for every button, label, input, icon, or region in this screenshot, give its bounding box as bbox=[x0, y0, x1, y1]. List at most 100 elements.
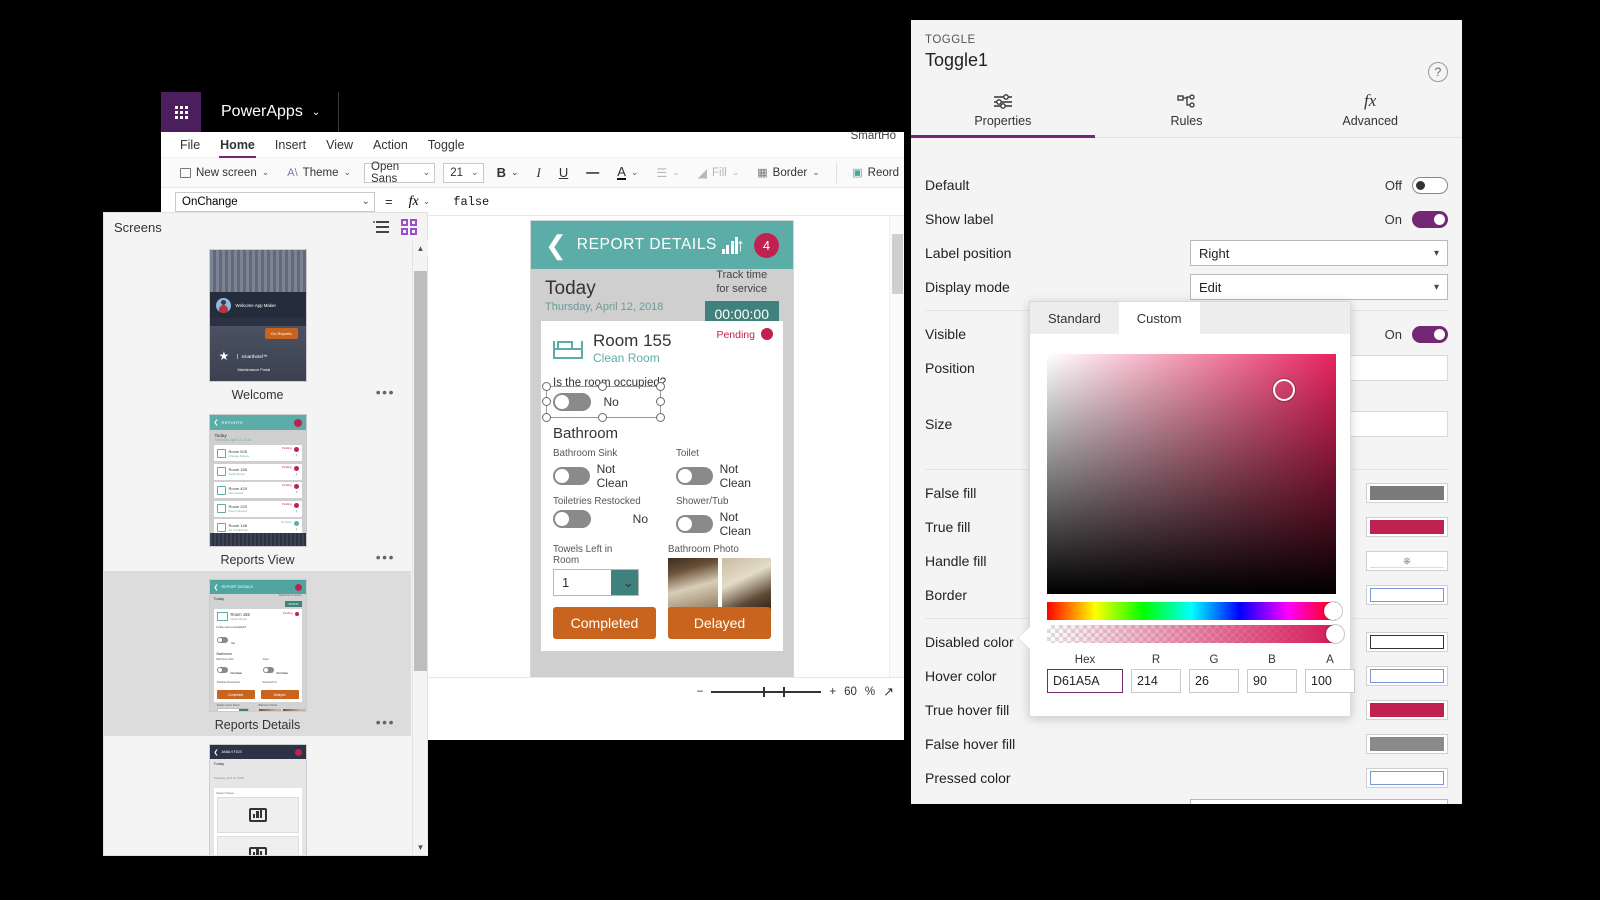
occupied-toggle-group[interactable]: No bbox=[542, 382, 665, 423]
help-icon[interactable]: ? bbox=[1428, 62, 1448, 82]
show-label-toggle[interactable] bbox=[1412, 210, 1448, 228]
towels-dropdown[interactable]: 1 ⌄ bbox=[553, 569, 639, 597]
tab-custom[interactable]: Custom bbox=[1118, 302, 1200, 334]
zoom-out-button[interactable]: − bbox=[697, 686, 704, 698]
handle-fill-swatch[interactable]: ⎈ bbox=[1366, 551, 1448, 571]
red-input[interactable] bbox=[1131, 669, 1181, 693]
true-fill-swatch[interactable] bbox=[1366, 517, 1448, 537]
select-value: Edit bbox=[1199, 279, 1222, 295]
screen-item-analytics[interactable]: ❮ ANALYTICS Today Thursday, April 12, 201… bbox=[104, 736, 411, 855]
color-value-fields: Hex R G B A bbox=[1047, 654, 1355, 693]
tab-properties[interactable]: Properties bbox=[911, 83, 1095, 138]
screen-overflow-menu[interactable]: ••• bbox=[376, 714, 395, 730]
property-select[interactable]: OnChange ⌄ bbox=[175, 191, 375, 212]
tooltip-input[interactable]: No value bbox=[1190, 799, 1448, 804]
true-hover-fill-swatch[interactable] bbox=[1366, 700, 1448, 720]
theme-button[interactable]: A\ Theme ⌄ bbox=[282, 165, 356, 181]
list-view-icon[interactable] bbox=[373, 221, 389, 233]
reorder-button[interactable]: ▣ Reord bbox=[847, 164, 904, 181]
back-chevron-icon[interactable]: ❮ bbox=[545, 232, 567, 258]
alpha-slider[interactable] bbox=[1047, 625, 1336, 643]
screen-overflow-menu[interactable]: ••• bbox=[376, 549, 395, 565]
theme-icon: A\ bbox=[287, 166, 298, 179]
app-caret-icon[interactable]: ⌄ bbox=[312, 107, 320, 118]
tab-advanced[interactable]: fx Advanced bbox=[1278, 83, 1462, 137]
photo-thumbnails[interactable] bbox=[668, 558, 771, 611]
font-color-button[interactable]: A ⌄ bbox=[612, 163, 643, 183]
font-size-select[interactable]: 21 ⌄ bbox=[443, 162, 484, 183]
screens-list[interactable]: Welcome App Maker Go Reports ★ smarthote… bbox=[104, 241, 411, 855]
blue-label: B bbox=[1268, 654, 1276, 666]
color-selector-knob[interactable] bbox=[1273, 379, 1295, 401]
thumb-row: Room 155 Clean Room Pending › bbox=[213, 463, 302, 480]
zoom-value: 60 bbox=[844, 685, 857, 698]
toggle-state: Off bbox=[1384, 177, 1402, 193]
underline-button[interactable]: U bbox=[554, 163, 573, 182]
screen-thumbnail: ❮ ANALYTICS Today Thursday, April 12, 201… bbox=[208, 744, 307, 855]
false-hover-fill-swatch[interactable] bbox=[1366, 734, 1448, 754]
screens-scrollbar[interactable]: ▲ ▼ bbox=[412, 241, 428, 855]
hue-slider[interactable] bbox=[1047, 602, 1336, 620]
zoom-slider[interactable] bbox=[711, 686, 822, 697]
photo-2[interactable] bbox=[721, 558, 771, 611]
zoom-in-button[interactable]: + bbox=[829, 686, 836, 698]
photo-1[interactable] bbox=[668, 558, 718, 611]
display-mode-select[interactable]: Edit ▾ bbox=[1190, 274, 1448, 300]
delayed-button[interactable]: Delayed bbox=[668, 606, 771, 639]
false-fill-swatch[interactable] bbox=[1366, 483, 1448, 503]
toiletries-toggle[interactable] bbox=[553, 510, 591, 529]
scroll-up-arrow-icon[interactable]: ▲ bbox=[413, 241, 428, 256]
hover-color-swatch[interactable] bbox=[1366, 666, 1448, 686]
menu-item-home[interactable]: Home bbox=[219, 134, 256, 158]
panel-title: Toggle1 bbox=[925, 50, 989, 70]
blue-input[interactable] bbox=[1247, 669, 1297, 693]
screen-icon bbox=[180, 167, 191, 178]
completed-button[interactable]: Completed bbox=[553, 606, 656, 639]
align-button[interactable]: ☰ ⌄ bbox=[651, 164, 684, 182]
expand-icon[interactable]: ↗ bbox=[883, 684, 894, 700]
screen-item-welcome[interactable]: Welcome App Maker Go Reports ★ smarthote… bbox=[104, 241, 411, 406]
scrollbar-thumb[interactable] bbox=[414, 271, 427, 671]
green-input[interactable] bbox=[1189, 669, 1239, 693]
hue-slider-handle[interactable] bbox=[1324, 602, 1342, 620]
screen-item-reports-view[interactable]: ❮ REPORTS Today Thursday, April 12, 2018 … bbox=[104, 406, 411, 571]
scroll-down-arrow-icon[interactable]: ▼ bbox=[413, 840, 428, 855]
waffle-grid-icon[interactable] bbox=[161, 92, 201, 132]
italic-button[interactable]: I bbox=[532, 163, 546, 183]
label-position-select[interactable]: Right ▾ bbox=[1190, 240, 1448, 266]
default-toggle[interactable] bbox=[1412, 176, 1448, 194]
bold-button[interactable]: B ⌄ bbox=[492, 163, 524, 182]
grid-view-icon[interactable] bbox=[401, 219, 417, 235]
fx-button[interactable]: fx ⌄ bbox=[403, 194, 437, 210]
menu-item-toggle[interactable]: Toggle bbox=[427, 134, 466, 156]
canvas-scrollbar[interactable] bbox=[889, 216, 904, 677]
notification-badge[interactable]: 4 bbox=[754, 232, 779, 258]
shower-tub-toggle[interactable] bbox=[676, 515, 713, 534]
strikethrough-button[interactable]: — bbox=[581, 163, 604, 182]
menu-item-file[interactable]: File bbox=[179, 134, 201, 156]
alpha-slider-handle[interactable] bbox=[1326, 625, 1344, 643]
new-screen-button[interactable]: New screen ⌄ bbox=[175, 165, 274, 181]
tab-rules[interactable]: Rules bbox=[1095, 83, 1279, 137]
alpha-input[interactable] bbox=[1305, 669, 1355, 693]
pressed-color-swatch[interactable] bbox=[1366, 768, 1448, 788]
menu-item-insert[interactable]: Insert bbox=[274, 134, 307, 156]
bathroom-sink-toggle[interactable] bbox=[553, 467, 590, 486]
formula-input[interactable]: false bbox=[443, 191, 904, 212]
chevron-down-icon[interactable]: ⌄ bbox=[611, 570, 638, 596]
fill-button[interactable]: ◢ Fill ⌄ bbox=[693, 164, 744, 182]
toilet-toggle[interactable] bbox=[676, 467, 713, 486]
zoom-controls: − + 60 % ↗ bbox=[697, 684, 894, 700]
screen-overflow-menu[interactable]: ••• bbox=[376, 384, 395, 400]
font-family-select[interactable]: Open Sans ⌄ bbox=[364, 161, 436, 185]
border-button[interactable]: ▦ Border ⌄ bbox=[752, 164, 824, 181]
visible-toggle[interactable] bbox=[1412, 325, 1448, 343]
disabled-color-swatch[interactable] bbox=[1366, 632, 1448, 652]
menu-item-view[interactable]: View bbox=[325, 134, 354, 156]
tab-standard[interactable]: Standard bbox=[1030, 302, 1119, 334]
screen-item-reports-details[interactable]: ❮REPORT DETAILS Today Thursday, April 12… bbox=[104, 571, 411, 736]
border-swatch[interactable] bbox=[1366, 585, 1448, 605]
row-false-hover-fill: False hover fill bbox=[911, 727, 1462, 761]
menu-item-action[interactable]: Action bbox=[372, 134, 409, 156]
hex-input[interactable] bbox=[1047, 669, 1123, 693]
